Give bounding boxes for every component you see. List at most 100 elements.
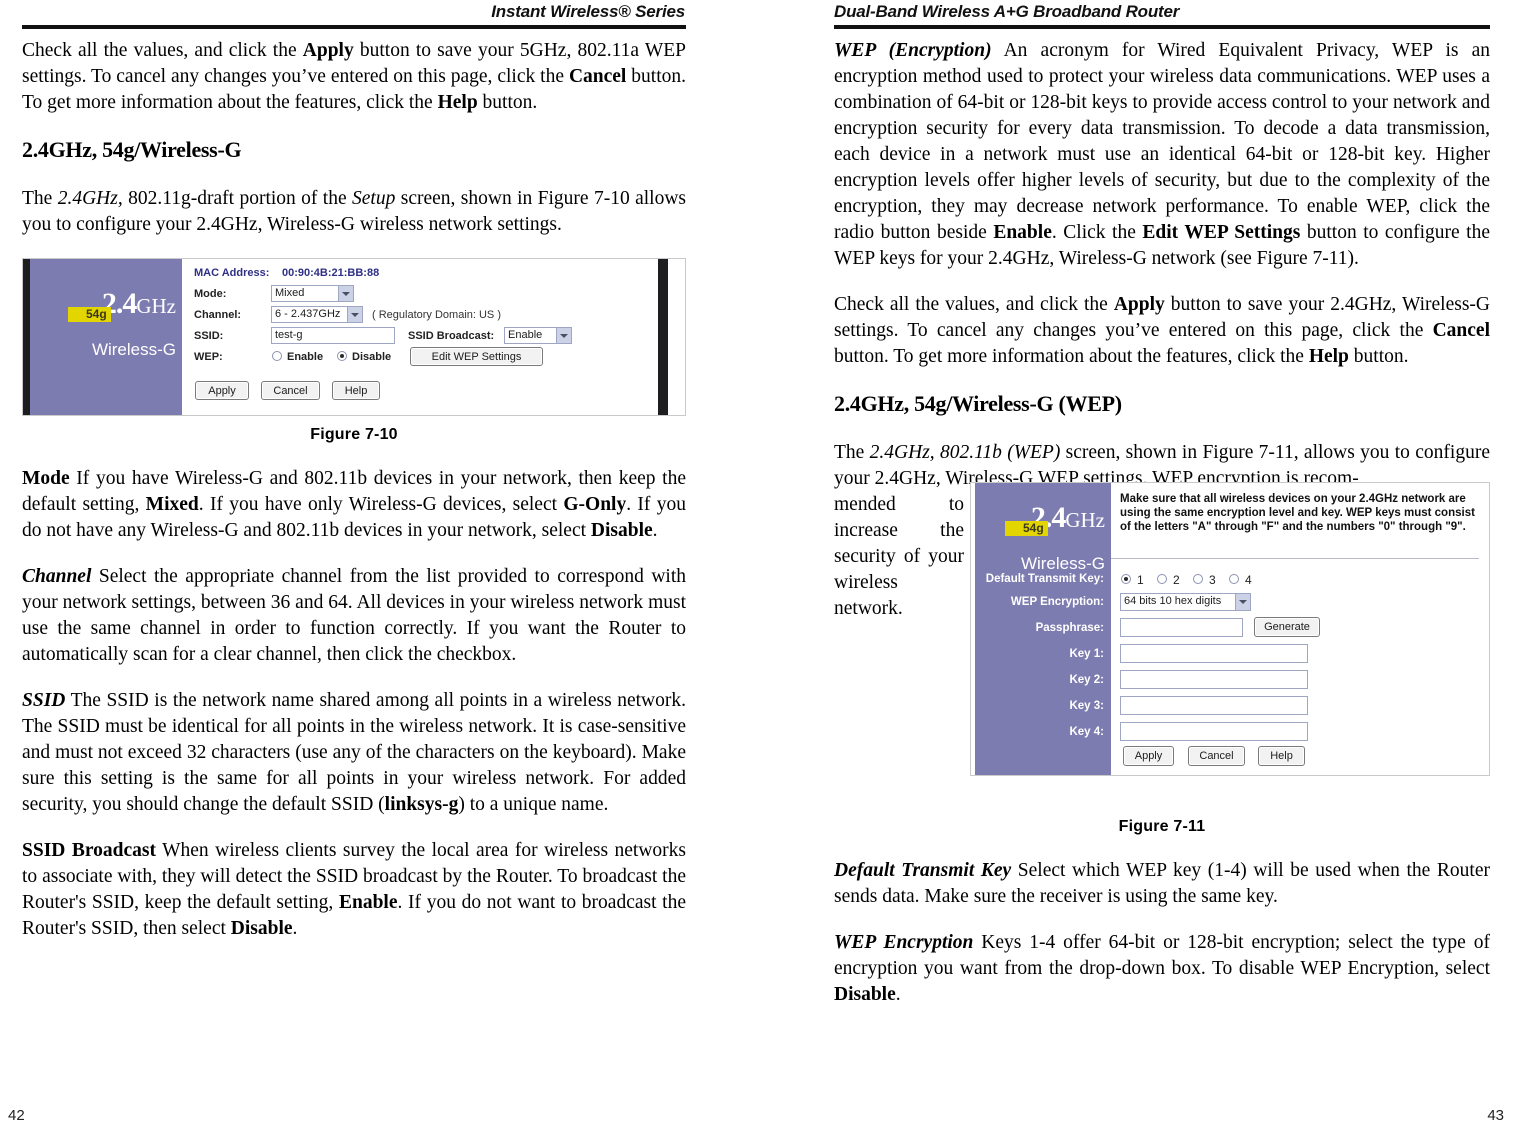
key2-input[interactable] [1120, 670, 1308, 689]
divider-rule [1111, 558, 1479, 559]
italic-24ghz-80211b-wep: 2.4GHz, 802.11b (WEP) [869, 442, 1061, 463]
figure-7-10-screenshot: 2.4GHz 54g Wireless-G MAC Address: 00:90… [22, 258, 686, 416]
help-button[interactable]: Help [332, 381, 380, 400]
default-transmit-key-radio-3[interactable] [1193, 574, 1203, 584]
key4-input[interactable] [1120, 722, 1308, 741]
bold-cancel: Cancel [568, 66, 627, 87]
default-transmit-key-option-1: 1 [1137, 573, 1144, 587]
key1-label: Key 1: [1069, 648, 1104, 660]
text-run: ) to a unique name. [458, 794, 609, 815]
apply-button[interactable]: Apply [195, 381, 249, 400]
bold-disable-word: Disable [834, 984, 896, 1005]
wep-notice-line-1: Make sure that all wireless devices on y… [1120, 493, 1466, 505]
left-column: Check all the values, and click the Appl… [22, 38, 686, 962]
brand-inner: 2.4GHz 54g Wireless-G [975, 503, 1105, 573]
mode-select[interactable]: Mixed [271, 285, 354, 302]
key3-label: Key 3: [1069, 700, 1104, 712]
right-column: WEP (Encryption) An acronym for Wired Eq… [834, 38, 1490, 1028]
text-run: Check all the values, and click the [22, 40, 303, 61]
ssid-broadcast-select[interactable]: Enable [504, 327, 572, 344]
key4-label: Key 4: [1069, 726, 1104, 738]
mac-address-label: MAC Address: [194, 267, 270, 279]
wep-encryption-select[interactable]: 64 bits 10 hex digits [1120, 593, 1251, 611]
paragraph-default-transmit-key: Default Transmit Key Select which WEP ke… [834, 858, 1490, 910]
paragraph-ssid-broadcast: SSID Broadcast When wireless clients sur… [22, 838, 686, 942]
apply-button[interactable]: Apply [1123, 746, 1174, 766]
generate-button[interactable]: Generate [1254, 617, 1320, 637]
default-transmit-key-label: Default Transmit Key: [985, 573, 1104, 585]
default-transmit-key-radio-1[interactable] [1121, 574, 1131, 584]
ssid-input[interactable]: test-g [271, 327, 395, 344]
bold-enable: Enable [338, 892, 398, 913]
ssid-input-value: test-g [275, 329, 303, 341]
wep-enable-label: Enable [287, 351, 324, 363]
left-dark-bar [23, 259, 30, 415]
header-rule-left [22, 25, 686, 29]
wep-enable-radio[interactable] [272, 351, 282, 361]
brand-wireless-g-label: Wireless-G [1020, 554, 1105, 573]
ssid-broadcast-label: SSID Broadcast: [408, 330, 495, 342]
channel-select[interactable]: 6 - 2.437GHz [271, 306, 363, 323]
text-run: . Click the [1051, 222, 1143, 243]
cancel-button[interactable]: Cancel [261, 381, 320, 400]
bold-enable: Enable [993, 222, 1052, 243]
term-ssid: SSID [22, 690, 66, 711]
passphrase-label: Passphrase: [1035, 622, 1104, 634]
term-wep-encryption: WEP (Encryption) [834, 40, 992, 61]
paragraph-apply-5ghz: Check all the values, and click the Appl… [22, 38, 686, 116]
paragraph-wep-encryption: WEP (Encryption) An acronym for Wired Eq… [834, 38, 1490, 272]
ssid-broadcast-value: Enable [508, 329, 543, 341]
section-heading-wireless-g: 2.4GHz, 54g/Wireless-G [22, 137, 242, 162]
wep-encryption-value: 64 bits 10 hex digits [1124, 595, 1222, 607]
mode-label: Mode: [194, 288, 227, 300]
default-transmit-key-radio-4[interactable] [1229, 574, 1239, 584]
text-run: The [22, 188, 58, 209]
wep-disable-radio[interactable] [337, 351, 347, 361]
chevron-down-icon[interactable] [338, 286, 353, 301]
key1-input[interactable] [1120, 644, 1308, 663]
default-transmit-key-radio-2[interactable] [1157, 574, 1167, 584]
brand-frequency: 2.4GHz 54g [30, 289, 176, 322]
italic-24ghz: 2.4GHz, [57, 188, 123, 209]
term-mode: Mode [22, 468, 70, 489]
brand-ghz-label: GHz [1065, 508, 1105, 532]
figure-7-11-row: mended to increase the security of your … [834, 482, 1490, 776]
chevron-down-icon[interactable] [347, 307, 362, 322]
figure-7-10-caption: Figure 7-10 [310, 426, 398, 443]
wep-notice-line-2: using the same encryption level and key.… [1120, 507, 1475, 519]
bold-linksys-g: linksys-g [384, 794, 459, 815]
paragraph-apply-24ghz: Check all the values, and click the Appl… [834, 292, 1490, 370]
page-number-right: 43 [1487, 1107, 1504, 1124]
mode-select-value: Mixed [275, 287, 305, 299]
wep-notice-line-3: of the letters "A" through "F" and the n… [1120, 521, 1466, 533]
brand-panel-24ghz: 2.4GHz 54g Wireless-G [30, 259, 182, 415]
brand-frequency: 2.4GHz 54g [975, 503, 1105, 536]
mac-address-value: 00:90:4B:21:BB:88 [282, 267, 380, 279]
text-run: button. To get more information about th… [834, 346, 1309, 367]
header-rule-right [834, 25, 1490, 29]
paragraph-wep-encryption-keys: WEP Encryption Keys 1-4 offer 64-bit or … [834, 930, 1490, 1008]
figure-7-11-screenshot: 2.4GHz 54g Wireless-G Make sure that all… [970, 482, 1490, 776]
paragraph-channel: Channel Select the appropriate channel f… [22, 564, 686, 668]
chevron-down-icon[interactable] [556, 328, 571, 343]
cancel-button[interactable]: Cancel [1188, 746, 1245, 766]
text-run: . [652, 520, 658, 541]
chevron-down-icon[interactable] [1235, 594, 1250, 610]
text-run: 802.11g-draft portion of the [122, 188, 353, 209]
brand-ghz-label: GHz [136, 294, 176, 318]
paragraph-setup-intro: The 2.4GHz, 802.11g-draft portion of the… [22, 186, 686, 238]
key3-input[interactable] [1120, 696, 1308, 715]
bold-cancel: Cancel [1432, 320, 1490, 341]
text-run: Check all the values, and click the [834, 294, 1114, 315]
paragraph-ssid: SSID The SSID is the network name shared… [22, 688, 686, 818]
passphrase-input[interactable] [1120, 618, 1243, 637]
regulatory-domain-text: ( Regulatory Domain: US ) [372, 309, 501, 321]
help-button[interactable]: Help [1258, 746, 1305, 766]
bold-gonly: G-Only [563, 494, 627, 515]
text-run: Select the appropriate channel from the … [22, 566, 686, 665]
default-transmit-key-option-4: 4 [1245, 573, 1252, 587]
right-dark-bar [658, 259, 668, 415]
bold-disable: Disable [590, 520, 653, 541]
edit-wep-settings-button[interactable]: Edit WEP Settings [410, 347, 543, 366]
settings-pane: MAC Address: 00:90:4B:21:BB:88 Mode: Mix… [182, 259, 656, 415]
